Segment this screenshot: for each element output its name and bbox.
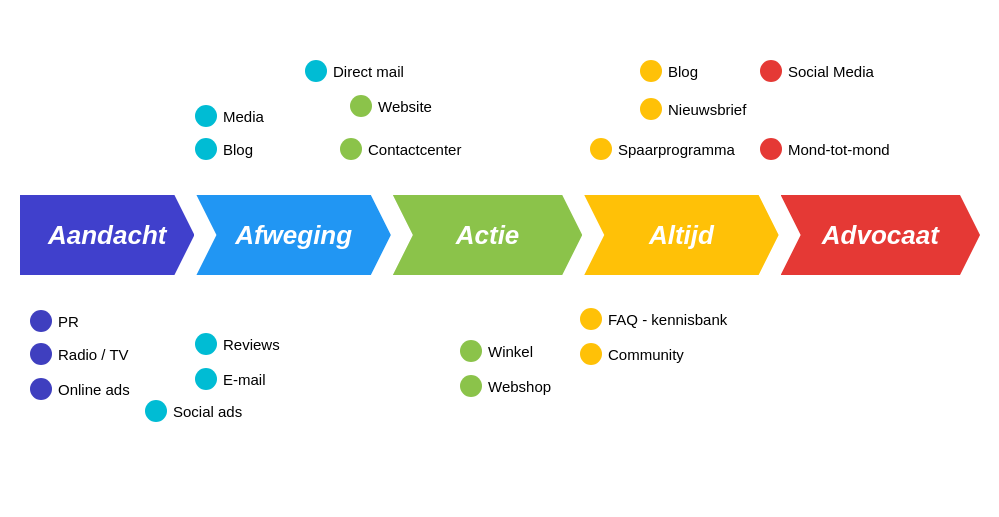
label-blog-right: Blog bbox=[668, 63, 698, 80]
segment-advocaat: Advocaat bbox=[781, 195, 980, 275]
label-reviews: Reviews bbox=[223, 336, 280, 353]
dot-reviews bbox=[195, 333, 217, 355]
label-nieuwsbrief: Nieuwsbrief bbox=[668, 101, 746, 118]
item-nieuwsbrief: Nieuwsbrief bbox=[640, 98, 746, 120]
label-contactcenter: Contactcenter bbox=[368, 141, 461, 158]
item-radio-tv: Radio / TV bbox=[30, 343, 129, 365]
item-mond-tot-mond: Mond-tot-mond bbox=[760, 138, 890, 160]
dot-direct-mail bbox=[305, 60, 327, 82]
dot-social-media bbox=[760, 60, 782, 82]
item-community: Community bbox=[580, 343, 684, 365]
label-social-media: Social Media bbox=[788, 63, 874, 80]
dot-nieuwsbrief bbox=[640, 98, 662, 120]
segment-afweging-label: Afweging bbox=[235, 220, 352, 251]
dot-webshop bbox=[460, 375, 482, 397]
dot-mond-tot-mond bbox=[760, 138, 782, 160]
dot-faq bbox=[580, 308, 602, 330]
item-media: Media bbox=[195, 105, 264, 127]
funnel: Aandacht Afweging Actie Altijd Advocaat bbox=[20, 195, 980, 275]
label-radio-tv: Radio / TV bbox=[58, 346, 129, 363]
dot-social-ads bbox=[145, 400, 167, 422]
dot-blog-above bbox=[195, 138, 217, 160]
label-faq: FAQ - kennisbank bbox=[608, 311, 727, 328]
item-winkel: Winkel bbox=[460, 340, 533, 362]
dot-winkel bbox=[460, 340, 482, 362]
label-mond-tot-mond: Mond-tot-mond bbox=[788, 141, 890, 158]
item-blog-right: Blog bbox=[640, 60, 698, 82]
item-online-ads: Online ads bbox=[30, 378, 130, 400]
label-social-ads: Social ads bbox=[173, 403, 242, 420]
segment-aandacht: Aandacht bbox=[20, 195, 194, 275]
segment-altijd: Altijd bbox=[584, 195, 778, 275]
segment-afweging: Afweging bbox=[196, 195, 390, 275]
item-faq: FAQ - kennisbank bbox=[580, 308, 727, 330]
item-pr: PR bbox=[30, 310, 79, 332]
segment-actie: Actie bbox=[393, 195, 582, 275]
label-webshop: Webshop bbox=[488, 378, 551, 395]
label-email: E-mail bbox=[223, 371, 266, 388]
item-contactcenter: Contactcenter bbox=[340, 138, 461, 160]
dot-blog-right bbox=[640, 60, 662, 82]
label-pr: PR bbox=[58, 313, 79, 330]
item-webshop: Webshop bbox=[460, 375, 551, 397]
label-direct-mail: Direct mail bbox=[333, 63, 404, 80]
dot-pr bbox=[30, 310, 52, 332]
label-media: Media bbox=[223, 108, 264, 125]
item-blog-above: Blog bbox=[195, 138, 253, 160]
item-spaarprogramma: Spaarprogramma bbox=[590, 138, 735, 160]
label-website: Website bbox=[378, 98, 432, 115]
label-online-ads: Online ads bbox=[58, 381, 130, 398]
dot-radio-tv bbox=[30, 343, 52, 365]
dot-spaarprogramma bbox=[590, 138, 612, 160]
label-community: Community bbox=[608, 346, 684, 363]
label-spaarprogramma: Spaarprogramma bbox=[618, 141, 735, 158]
label-winkel: Winkel bbox=[488, 343, 533, 360]
dot-media bbox=[195, 105, 217, 127]
segment-altijd-label: Altijd bbox=[649, 220, 714, 251]
item-reviews: Reviews bbox=[195, 333, 280, 355]
dot-community bbox=[580, 343, 602, 365]
item-website: Website bbox=[350, 95, 432, 117]
dot-email bbox=[195, 368, 217, 390]
item-social-ads: Social ads bbox=[145, 400, 242, 422]
item-direct-mail: Direct mail bbox=[305, 60, 404, 82]
dot-online-ads bbox=[30, 378, 52, 400]
segment-actie-label: Actie bbox=[456, 220, 520, 251]
segment-aandacht-label: Aandacht bbox=[48, 220, 166, 251]
item-email: E-mail bbox=[195, 368, 266, 390]
dot-website bbox=[350, 95, 372, 117]
segment-advocaat-label: Advocaat bbox=[822, 220, 939, 251]
label-blog-above: Blog bbox=[223, 141, 253, 158]
item-social-media: Social Media bbox=[760, 60, 874, 82]
dot-contactcenter bbox=[340, 138, 362, 160]
